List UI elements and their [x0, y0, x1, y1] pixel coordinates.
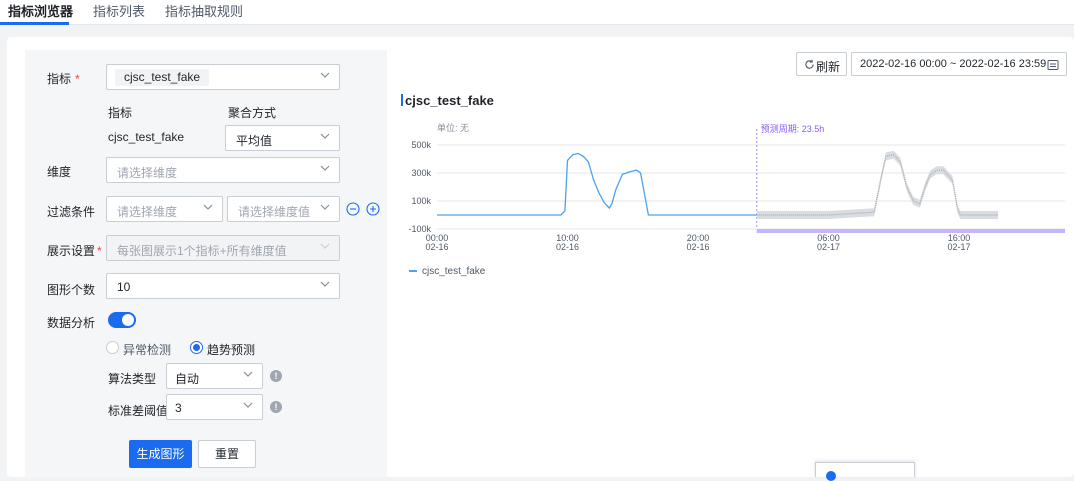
- forecast-range-bar: [756, 229, 1065, 233]
- legend-label: cjsc_test_fake: [422, 266, 486, 277]
- filter-value-placeholder: 请选择维度值: [238, 205, 311, 219]
- top-tabs: 指标浏览器 指标列表 指标抽取规则: [0, 0, 1074, 25]
- algorithm-label: 算法类型: [108, 372, 157, 386]
- time-range-picker[interactable]: 2022-02-16 00:00 ~ 2022-02-16 23:59: [851, 52, 1067, 76]
- radio-trend-label[interactable]: 趋势预测: [207, 341, 255, 358]
- forecast-confidence-band: [756, 150, 999, 219]
- x-tick-date: 02-16: [556, 242, 579, 252]
- x-tick-date: 02-17: [947, 242, 970, 252]
- algorithm-select[interactable]: 自动: [166, 363, 263, 389]
- data-analysis-label: 数据分析: [47, 316, 96, 330]
- dimension-placeholder: 请选择维度: [117, 166, 178, 180]
- display-settings-label: 展示设置 *: [47, 244, 102, 258]
- toggle-knob: [122, 314, 134, 326]
- tab-metric-browser[interactable]: 指标浏览器: [8, 1, 73, 20]
- std-threshold-info-icon[interactable]: !: [270, 401, 282, 413]
- graph-count-value: 10: [117, 280, 131, 294]
- aggregation-select[interactable]: 平均值: [225, 125, 340, 151]
- metric-select[interactable]: cjsc_test_fake: [106, 64, 340, 90]
- radio-anomaly-label[interactable]: 异常检测: [123, 341, 171, 358]
- chevron-down-icon: [320, 72, 330, 78]
- y-tick-label: 300k: [411, 168, 431, 178]
- aggregation-value: 平均值: [236, 134, 273, 148]
- unit-label: 单位: 无: [437, 122, 469, 133]
- x-tick-date: 02-17: [817, 242, 840, 252]
- filter-dimension-placeholder: 请选择维度: [117, 205, 178, 219]
- y-tick-label: 100k: [411, 196, 431, 206]
- tab-metric-list[interactable]: 指标列表: [93, 1, 145, 20]
- generate-chart-button[interactable]: 生成图形: [129, 440, 192, 468]
- forecast-label: 预测周期: 23.5h: [761, 124, 825, 134]
- chevron-down-icon: [320, 165, 330, 171]
- chevron-down-icon: [320, 133, 330, 139]
- dimension-label: 维度: [47, 165, 72, 179]
- std-threshold-select[interactable]: 3: [166, 394, 263, 420]
- filter-dimension-select[interactable]: 请选择维度: [106, 196, 223, 222]
- dimension-select[interactable]: 请选择维度: [106, 157, 340, 183]
- chevron-down-icon: [203, 204, 213, 210]
- radio-anomaly-detection[interactable]: [106, 341, 119, 354]
- graph-count-select[interactable]: 10: [106, 273, 340, 299]
- algorithm-info-icon[interactable]: !: [270, 370, 282, 382]
- algorithm-value: 自动: [175, 372, 200, 386]
- sub-header-agg: 聚合方式: [228, 106, 277, 120]
- y-tick-label: 500k: [411, 140, 431, 150]
- radio-trend-forecast[interactable]: [190, 341, 203, 354]
- sub-header-metric: 指标: [108, 106, 133, 120]
- chevron-down-icon: [243, 371, 253, 377]
- calendar-icon: [1047, 60, 1059, 70]
- x-tick-date: 02-16: [686, 242, 709, 252]
- series-line: [437, 152, 757, 216]
- filter-label: 过滤条件: [47, 205, 96, 219]
- floating-popup: [815, 462, 915, 481]
- chart-title: cjsc_test_fake: [401, 93, 494, 108]
- chevron-down-icon: [243, 402, 253, 408]
- chevron-down-icon: [320, 204, 330, 210]
- graph-count-label: 图形个数: [47, 283, 96, 297]
- tab-extraction-rules[interactable]: 指标抽取规则: [165, 1, 243, 20]
- x-tick-date: 02-16: [425, 242, 448, 252]
- filter-value-select[interactable]: 请选择维度值: [227, 196, 340, 222]
- add-filter-icon[interactable]: [366, 202, 380, 216]
- data-analysis-toggle[interactable]: [108, 312, 136, 328]
- std-threshold-value: 3: [175, 401, 182, 415]
- trend-chart: 单位: 无500k300k100k-100k00:0002-1610:0002-…: [408, 122, 1065, 277]
- active-tab-indicator: [0, 22, 69, 25]
- display-settings-select: 每张图展示1个指标+所有维度值: [106, 235, 340, 261]
- circle-icon: [826, 471, 836, 481]
- time-range-text: 2022-02-16 00:00 ~ 2022-02-16 23:59: [860, 58, 1047, 70]
- chevron-down-icon: [320, 281, 330, 287]
- forecast-line: [756, 154, 999, 216]
- metric-chip[interactable]: cjsc_test_fake: [115, 69, 210, 86]
- refresh-icon: [805, 59, 814, 69]
- std-threshold-label: 标准差阈值: [108, 404, 169, 418]
- reset-button[interactable]: 重置: [198, 440, 256, 468]
- sub-metric-name: cjsc_test_fake: [108, 130, 185, 144]
- refresh-label: 刷新: [816, 60, 841, 74]
- refresh-button[interactable]: 刷新: [796, 52, 847, 76]
- metric-label: 指标 *: [47, 72, 80, 86]
- chevron-down-icon: [320, 243, 330, 249]
- display-settings-value: 每张图展示1个指标+所有维度值: [117, 244, 287, 258]
- remove-filter-icon[interactable]: [346, 202, 360, 216]
